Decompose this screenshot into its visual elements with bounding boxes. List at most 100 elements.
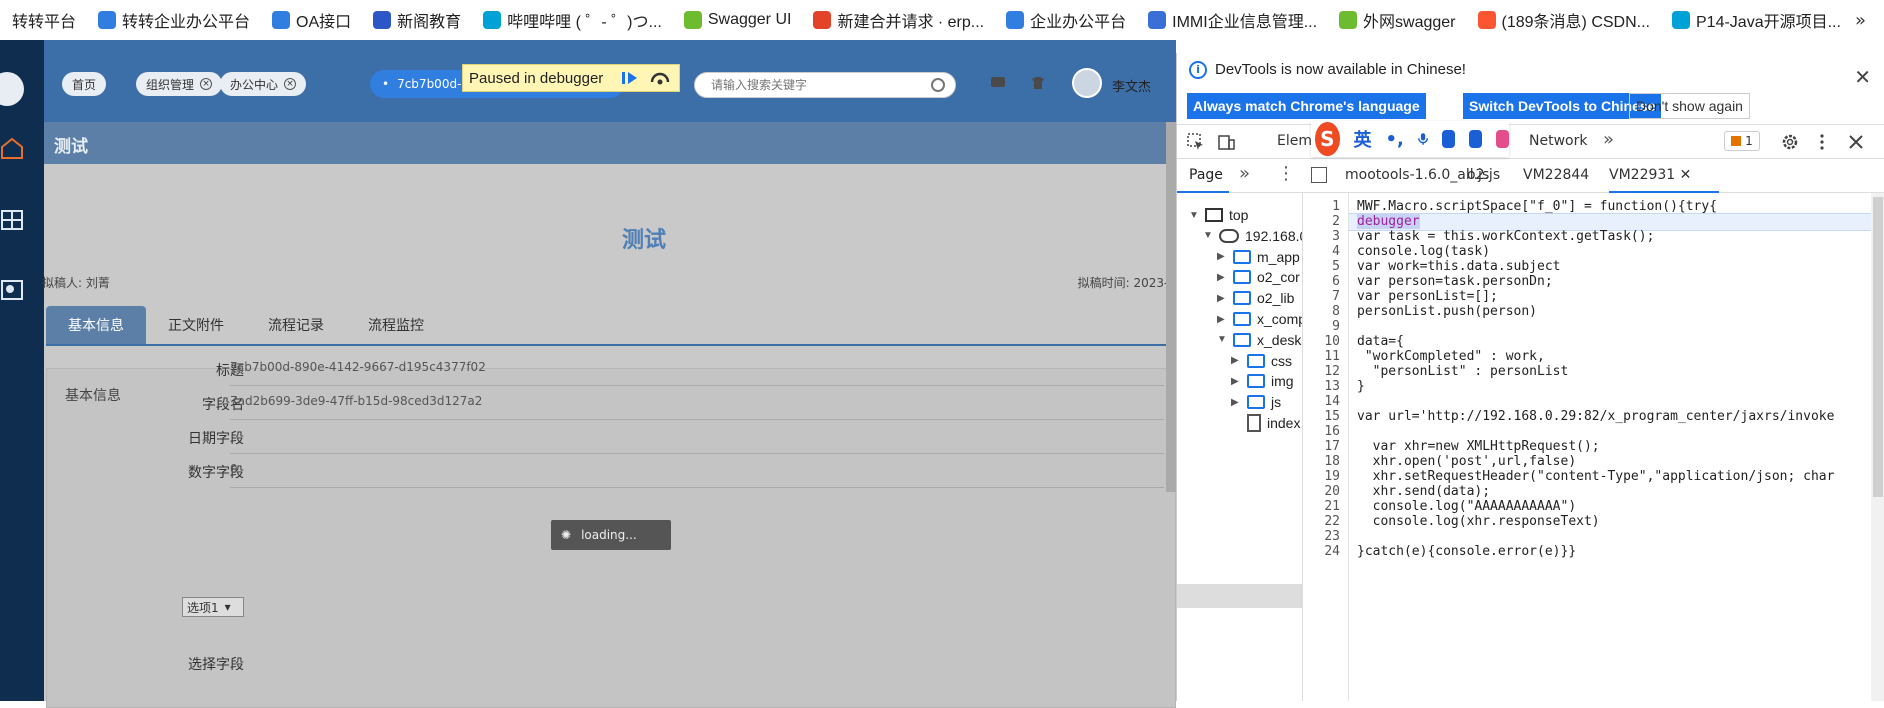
app-logo-icon[interactable] [0,72,24,106]
line-number[interactable]: 1 [1332,199,1340,214]
settings-gear-icon[interactable] [1781,133,1799,151]
line-number[interactable]: 23 [1324,529,1340,544]
toggle-navigator-icon[interactable] [1311,167,1327,183]
close-icon[interactable]: ✕ [1854,65,1871,89]
line-number[interactable]: 11 [1324,349,1340,364]
tab-network[interactable]: Network [1529,133,1587,149]
line-number[interactable]: 13 [1324,379,1340,394]
line-number[interactable]: 14 [1324,394,1340,409]
form-tab[interactable]: 流程记录 [246,306,346,344]
code-editor[interactable]: 1 2 3 4 5 6 7 8 9 10 11 12 13 14 15 16 17 18 19 20 21 22 23 24 … [1303,193,1884,701]
bookmark-item[interactable]: IMMI企业信息管理... [1148,8,1317,32]
line-number[interactable]: 15 [1324,409,1340,424]
user-card-icon[interactable] [0,278,24,302]
line-number[interactable]: 8 [1332,304,1340,319]
bookmark-item[interactable]: (189条消息) CSDN... [1477,8,1650,32]
line-number-gutter[interactable]: 1 2 3 4 5 6 7 8 9 10 11 12 13 14 15 16 17 18 19 20 21 22 23 24 [1303,193,1349,701]
form-tab[interactable]: 流程监控 [346,306,446,344]
collapsed-arrow-icon[interactable]: ▶ [1217,251,1227,262]
line-number[interactable]: 7 [1332,289,1340,304]
collapsed-arrow-icon[interactable]: ▶ [1231,397,1241,408]
bookmark-item[interactable]: 哔哩哔哩 ( ゜- ゜)つ... [483,8,662,32]
nav-office[interactable]: 办公中心 × [220,72,307,96]
shirt-icon[interactable] [1030,76,1046,90]
form-tab[interactable]: 基本信息 [46,306,146,344]
search-icon[interactable] [931,78,945,92]
keyboard-icon[interactable] [1442,130,1455,148]
user-name[interactable]: 李文杰 [1112,76,1151,95]
tree-node[interactable]: ▼ x_desk [1217,330,1301,350]
line-number[interactable]: 22 [1324,514,1340,529]
close-devtools-icon[interactable] [1847,133,1865,151]
bookmark-item[interactable]: 外网swagger [1339,8,1456,32]
collapsed-arrow-icon[interactable]: ▶ [1231,376,1241,387]
bookmark-item[interactable]: 转转平台 [6,8,76,32]
line-number[interactable]: 19 [1324,469,1340,484]
bookmark-item[interactable]: P14-Java开源项目... [1672,8,1841,32]
more-tabs-icon[interactable]: » [1603,129,1614,150]
collapsed-arrow-icon[interactable]: ▶ [1217,314,1227,325]
sogou-logo-icon[interactable]: S [1315,122,1340,156]
tree-node[interactable]: ▶ js [1231,392,1281,412]
ime-punctuation-toggle[interactable]: •, [1386,129,1404,150]
field-value[interactable]: 7ad2b699-3de9-47ff-b15d-98ced3d127a2 [230,394,482,408]
collapsed-arrow-icon[interactable]: ▶ [1217,293,1227,304]
collapsed-arrow-icon[interactable]: ▶ [1217,272,1227,283]
tree-node[interactable]: index [1231,413,1300,433]
toolbox-icon[interactable] [1496,130,1509,148]
line-number[interactable]: 10 [1324,334,1340,349]
issues-badge[interactable]: 1 [1724,131,1760,151]
microphone-icon[interactable] [1417,130,1428,148]
tree-node[interactable]: ▶ x_comp [1217,309,1302,329]
tree-node[interactable]: ▼ 192.168.0 [1203,226,1302,246]
line-number[interactable]: 18 [1324,454,1340,469]
line-number[interactable]: 12 [1324,364,1340,379]
file-tab[interactable]: o2.js [1467,167,1500,183]
line-number[interactable]: 6 [1332,274,1340,289]
close-icon[interactable]: × [284,78,297,90]
field-value[interactable]: 7cb7b00d-890e-4142-9667-d195c4377f02 [230,360,486,374]
line-number[interactable]: 5 [1332,259,1340,274]
step-over-button[interactable] [645,65,675,91]
tree-node[interactable]: ▶ img [1231,371,1294,391]
line-number[interactable]: 21 [1324,499,1340,514]
nav-org[interactable]: 组织管理 × [136,72,223,96]
close-icon[interactable]: ✕ [1675,167,1692,183]
close-icon[interactable]: × [200,78,213,90]
expanded-arrow-icon[interactable]: ▼ [1217,334,1227,345]
device-toolbar-icon[interactable] [1217,133,1235,151]
more-tabs-icon[interactable]: » [1239,163,1250,184]
page-scrollbar[interactable] [1166,122,1176,492]
expanded-arrow-icon[interactable]: ▼ [1189,210,1199,221]
avatar[interactable] [1072,68,1102,98]
message-icon[interactable] [990,76,1006,90]
resume-button[interactable] [615,65,645,91]
match-language-button[interactable]: Always match Chrome's language [1187,93,1426,119]
editor-scrollbar[interactable] [1871,193,1884,701]
field-value[interactable]: 0 [230,462,238,476]
grid-icon[interactable] [0,208,24,232]
tree-node[interactable]: ▶ css [1231,351,1292,371]
bookmark-item[interactable]: OA接口 [272,8,351,32]
option-select[interactable]: 选项1 ▾ [182,597,244,617]
inspect-element-icon[interactable] [1187,133,1205,151]
scroll-thumb[interactable] [1873,197,1883,497]
line-number[interactable]: 9 [1332,319,1340,334]
tree-node[interactable]: ▼ top [1189,205,1248,225]
skin-shirt-icon[interactable] [1469,130,1482,148]
tree-node[interactable]: ▶ m_app [1217,247,1300,267]
kebab-menu-icon[interactable]: ⋮ [1277,163,1295,184]
bookmark-item[interactable]: 转转企业办公平台 [98,8,250,32]
nav-home[interactable]: 首页 [62,72,107,96]
bookmark-item[interactable]: 新阁教育 [373,8,461,32]
file-tab[interactable]: VM22844 [1523,167,1589,183]
search-input[interactable] [709,77,919,93]
bookmark-item[interactable]: Swagger UI [683,11,791,29]
kebab-menu-icon[interactable] [1813,133,1831,151]
home-icon[interactable] [0,136,24,160]
bookmark-item[interactable]: 企业办公平台 [1006,8,1126,32]
tab-page[interactable]: Page [1189,167,1223,183]
bookmarks-overflow-icon[interactable]: » [1855,10,1866,31]
line-number[interactable]: 24 [1324,544,1340,559]
line-number[interactable]: 3 [1332,229,1340,244]
